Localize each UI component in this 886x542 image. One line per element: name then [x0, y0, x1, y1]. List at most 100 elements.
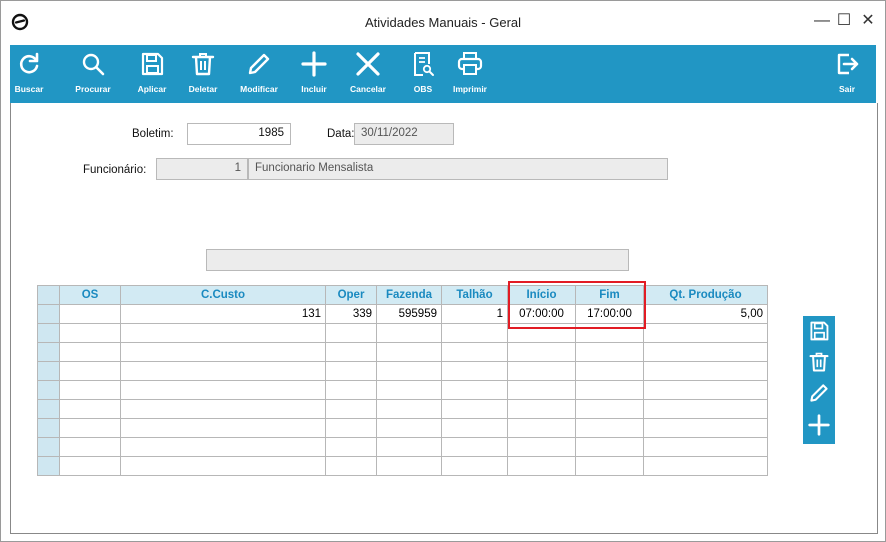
- plus-icon[interactable]: [808, 414, 830, 436]
- table-row[interactable]: [37, 399, 768, 419]
- imprimir-button[interactable]: Imprimir: [450, 45, 490, 103]
- cell-ccusto[interactable]: [120, 361, 326, 381]
- close-window-button[interactable]: ✕: [857, 10, 879, 32]
- cell-qt-producao[interactable]: [643, 342, 768, 362]
- row-indicator[interactable]: [37, 342, 60, 362]
- cell-os[interactable]: [59, 418, 121, 438]
- cell-ccusto[interactable]: [120, 456, 326, 476]
- cell-ccusto[interactable]: 131: [120, 304, 326, 324]
- table-row[interactable]: [37, 418, 768, 438]
- cell-ccusto[interactable]: [120, 437, 326, 457]
- cell-os[interactable]: [59, 361, 121, 381]
- cell-oper[interactable]: 339: [325, 304, 377, 324]
- cell-fim[interactable]: [575, 437, 644, 457]
- cell-qt-producao[interactable]: [643, 361, 768, 381]
- cell-fim[interactable]: [575, 456, 644, 476]
- cell-fazenda[interactable]: [376, 418, 442, 438]
- cell-talhao[interactable]: [441, 342, 508, 362]
- cell-fazenda[interactable]: [376, 361, 442, 381]
- cell-oper[interactable]: [325, 437, 377, 457]
- cell-qt-producao[interactable]: [643, 380, 768, 400]
- table-row[interactable]: [37, 361, 768, 381]
- cell-fim[interactable]: [575, 399, 644, 419]
- cell-talhao[interactable]: [441, 437, 508, 457]
- buscar-button[interactable]: Buscar: [10, 45, 48, 103]
- table-row[interactable]: 131 339 595959 1 07:00:00 17:00:00 5,00: [37, 304, 768, 324]
- row-indicator[interactable]: [37, 399, 60, 419]
- cell-fazenda[interactable]: [376, 323, 442, 343]
- cell-inicio[interactable]: [507, 399, 576, 419]
- cell-oper[interactable]: [325, 456, 377, 476]
- cell-fazenda[interactable]: [376, 456, 442, 476]
- cell-talhao[interactable]: [441, 380, 508, 400]
- cell-fim[interactable]: [575, 342, 644, 362]
- cell-os[interactable]: [59, 399, 121, 419]
- cell-fazenda[interactable]: [376, 437, 442, 457]
- col-oper-header[interactable]: Oper: [325, 285, 377, 305]
- cell-ccusto[interactable]: [120, 380, 326, 400]
- cell-os[interactable]: [59, 342, 121, 362]
- cell-inicio[interactable]: [507, 361, 576, 381]
- cell-inicio[interactable]: [507, 418, 576, 438]
- cell-oper[interactable]: [325, 342, 377, 362]
- cell-os[interactable]: [59, 380, 121, 400]
- row-indicator[interactable]: [37, 304, 60, 324]
- cell-qt-producao[interactable]: [643, 437, 768, 457]
- cell-talhao[interactable]: 1: [441, 304, 508, 324]
- col-os-header[interactable]: OS: [59, 285, 121, 305]
- row-indicator[interactable]: [37, 437, 60, 457]
- cell-ccusto[interactable]: [120, 323, 326, 343]
- cell-qt-producao[interactable]: [643, 418, 768, 438]
- cell-oper[interactable]: [325, 361, 377, 381]
- row-indicator[interactable]: [37, 323, 60, 343]
- funcionario-name-input[interactable]: Funcionario Mensalista: [248, 158, 668, 180]
- cell-talhao[interactable]: [441, 361, 508, 381]
- cell-fazenda[interactable]: [376, 342, 442, 362]
- col-qt-producao-header[interactable]: Qt. Produção: [643, 285, 768, 305]
- cancelar-button[interactable]: Cancelar: [346, 45, 390, 103]
- incluir-button[interactable]: Incluir: [296, 45, 332, 103]
- trash-icon[interactable]: [808, 351, 830, 373]
- table-row[interactable]: [37, 456, 768, 476]
- cell-inicio[interactable]: [507, 437, 576, 457]
- cell-fazenda[interactable]: 595959: [376, 304, 442, 324]
- cell-fim[interactable]: [575, 380, 644, 400]
- obs-button[interactable]: OBS: [406, 45, 440, 103]
- pencil-icon[interactable]: [808, 382, 830, 404]
- col-talhao-header[interactable]: Talhão: [441, 285, 508, 305]
- row-indicator[interactable]: [37, 418, 60, 438]
- col-fazenda-header[interactable]: Fazenda: [376, 285, 442, 305]
- cell-ccusto[interactable]: [120, 418, 326, 438]
- cell-os[interactable]: [59, 323, 121, 343]
- col-ccusto-header[interactable]: C.Custo: [120, 285, 326, 305]
- deletar-button[interactable]: Deletar: [184, 45, 222, 103]
- cell-fazenda[interactable]: [376, 380, 442, 400]
- cell-talhao[interactable]: [441, 456, 508, 476]
- row-indicator[interactable]: [37, 456, 60, 476]
- cell-oper[interactable]: [325, 323, 377, 343]
- cell-ccusto[interactable]: [120, 342, 326, 362]
- cell-os[interactable]: [59, 304, 121, 324]
- maximize-button[interactable]: ☐: [833, 10, 855, 32]
- table-row[interactable]: [37, 437, 768, 457]
- cell-talhao[interactable]: [441, 399, 508, 419]
- table-row[interactable]: [37, 323, 768, 343]
- cell-inicio[interactable]: [507, 456, 576, 476]
- procurar-button[interactable]: Procurar: [74, 45, 112, 103]
- cell-fim[interactable]: [575, 361, 644, 381]
- row-indicator[interactable]: [37, 361, 60, 381]
- cell-inicio[interactable]: [507, 380, 576, 400]
- modificar-button[interactable]: Modificar: [236, 45, 282, 103]
- row-indicator[interactable]: [37, 380, 60, 400]
- save-icon[interactable]: [808, 320, 830, 342]
- cell-oper[interactable]: [325, 418, 377, 438]
- cell-os[interactable]: [59, 437, 121, 457]
- cell-qt-producao[interactable]: [643, 456, 768, 476]
- cell-qt-producao[interactable]: [643, 399, 768, 419]
- cell-qt-producao[interactable]: [643, 323, 768, 343]
- cell-os[interactable]: [59, 456, 121, 476]
- aplicar-button[interactable]: Aplicar: [134, 45, 170, 103]
- funcionario-code-input[interactable]: 1: [156, 158, 248, 180]
- cell-ccusto[interactable]: [120, 399, 326, 419]
- cell-talhao[interactable]: [441, 323, 508, 343]
